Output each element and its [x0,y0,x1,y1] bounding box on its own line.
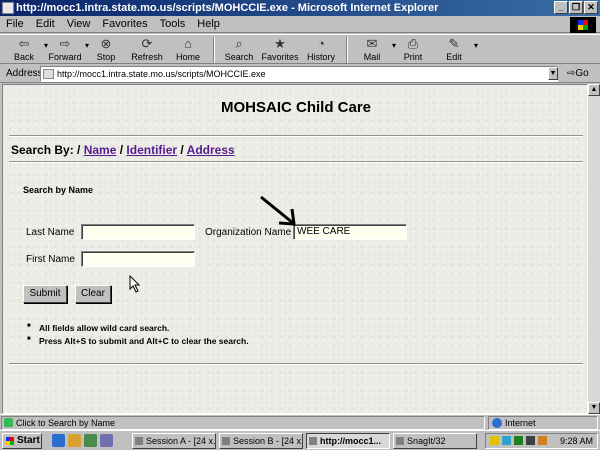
search-icon: ⌕ [235,36,243,51]
annotation-arrow-icon [260,195,296,226]
scroll-up-button[interactable]: ▲ [588,84,600,96]
last-name-input[interactable] [81,224,195,240]
favorites-button[interactable]: ★ Favorites [260,35,300,65]
organization-name-input[interactable]: WEE CARE [293,224,407,240]
divider [9,135,583,137]
outlook-quicklaunch-icon[interactable] [68,434,81,447]
channels-quicklaunch-icon[interactable] [100,434,113,447]
search-by-name-link[interactable]: Name [84,143,117,157]
address-dropdown-button[interactable]: ▼ [548,67,558,80]
menu-help[interactable]: Help [197,18,220,30]
edit-icon: ✎ [448,36,460,51]
security-zone-panel: Internet [488,416,598,430]
menu-tools[interactable]: Tools [160,18,186,30]
search-button[interactable]: ⌕ Search [219,35,259,65]
tray-icon[interactable] [538,436,547,445]
stop-button[interactable]: ⊗ Stop [86,35,126,65]
divider [9,161,583,163]
taskbar-snagit[interactable]: SnagIt/32 [393,433,477,449]
page-content: MOHSAIC Child Care Search By: / Name / I… [2,84,588,414]
window-title: http://mocc1.intra.state.mo.us/scripts/M… [16,2,439,14]
tray-icon[interactable] [502,436,511,445]
globe-icon [492,418,502,428]
refresh-icon: ⟳ [141,36,153,51]
status-bar: Click to Search by Name Internet [0,414,600,430]
home-icon: ⌂ [184,36,192,51]
windows-logo-icon [570,17,596,33]
history-icon: ◔ [317,36,325,51]
favorites-icon: ★ [274,36,286,51]
stop-icon: ⊗ [100,36,112,51]
status-text: Click to Search by Name [16,418,116,428]
menu-bar: File Edit View Favorites Tools Help [0,16,600,33]
status-text-panel: Click to Search by Name [1,416,485,430]
menu-file[interactable]: File [6,18,24,30]
browser-window: http://mocc1.intra.state.mo.us/scripts/M… [0,0,600,450]
toolbar-separator [213,37,215,63]
forward-button[interactable]: ⇨ Forward [45,35,89,65]
menu-favorites[interactable]: Favorites [102,18,147,30]
search-by-label: Search By: / [11,143,81,157]
address-input[interactable]: http://mocc1.intra.state.mo.us/scripts/M… [40,66,558,82]
print-icon: ⎙ [407,36,419,51]
back-arrow-icon: ⇦ [18,36,30,51]
refresh-button[interactable]: ⟳ Refresh [127,35,167,65]
taskbar-ie-window[interactable]: http://mocc1... [306,433,390,449]
taskbar-session-b[interactable]: Session B - [24 x... [219,433,303,449]
first-name-label: First Name [26,254,75,265]
mail-icon: ✉ [366,36,378,51]
page-icon [43,69,54,79]
taskbar-session-a[interactable]: Session A - [24 x... [132,433,216,449]
note-item: Press Alt+S to submit and Alt+C to clear… [27,336,249,346]
forward-arrow-icon: ⇨ [59,36,71,51]
address-label: Address [6,68,43,79]
ie-page-icon [2,2,14,14]
menu-view[interactable]: View [67,18,91,30]
tray-icon[interactable] [514,436,523,445]
taskbar: Start Session A - [24 x... Session B - [… [0,430,600,450]
tray-icon[interactable] [490,436,499,445]
tray-icon[interactable] [526,436,535,445]
section-title: Search by Name [23,185,94,195]
zone-text: Internet [505,418,536,428]
page-status-icon [4,418,13,427]
go-button[interactable]: ⇨Go [567,68,589,79]
title-bar: http://mocc1.intra.state.mo.us/scripts/M… [0,0,600,16]
restore-button[interactable]: ❐ [569,1,583,14]
menu-edit[interactable]: Edit [36,18,55,30]
home-button[interactable]: ⌂ Home [168,35,208,65]
scroll-down-button[interactable]: ▼ [588,402,600,414]
start-button[interactable]: Start [2,433,42,449]
note-item: All fields allow wild card search. [27,323,249,333]
ie-quicklaunch-icon[interactable] [52,434,65,447]
back-button[interactable]: ⇦ Back [4,35,48,65]
minimize-button[interactable]: _ [554,1,568,14]
last-name-label: Last Name [26,227,75,238]
page-title: MOHSAIC Child Care [220,99,371,116]
divider [9,363,583,365]
vertical-scrollbar[interactable]: ▲ ▼ [588,84,600,414]
standard-toolbar: ⇦Back ⇨Forward ⊗Stop ⟳Refresh ⌂Home ⌕Sea… [0,34,600,64]
search-by-address-link[interactable]: Address [187,143,235,157]
clock: 9:28 AM [559,436,593,446]
mail-button[interactable]: ✉ Mail [352,35,396,65]
system-tray: 9:28 AM [485,433,598,449]
mouse-cursor-icon [129,275,141,293]
print-button[interactable]: ⎙ Print [393,35,433,65]
history-button[interactable]: ◔ History [301,35,341,65]
toolbar-separator [346,37,348,63]
edit-button[interactable]: ✎ Edit [434,35,478,65]
search-by-identifier-link[interactable]: Identifier [126,143,177,157]
clear-button[interactable]: Clear [75,285,111,303]
address-bar: Address http://mocc1.intra.state.mo.us/s… [0,65,600,83]
help-notes: All fields allow wild card search. Press… [27,323,249,349]
desktop-quicklaunch-icon[interactable] [84,434,97,447]
first-name-input[interactable] [81,251,195,267]
search-by-nav: Search By: / Name / Identifier / Address [11,143,235,157]
address-url: http://mocc1.intra.state.mo.us/scripts/M… [57,69,266,79]
close-button[interactable]: ✕ [584,1,598,14]
submit-button[interactable]: Submit [23,285,67,303]
